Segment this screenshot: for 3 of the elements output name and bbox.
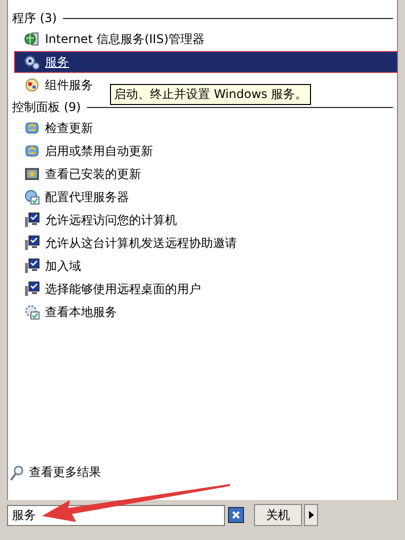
tooltip: 启动、终止并设置 Windows 服务。	[110, 84, 312, 105]
group-heading: 控制面板 (9)	[12, 98, 81, 116]
group-heading: 程序 (3)	[12, 10, 57, 26]
